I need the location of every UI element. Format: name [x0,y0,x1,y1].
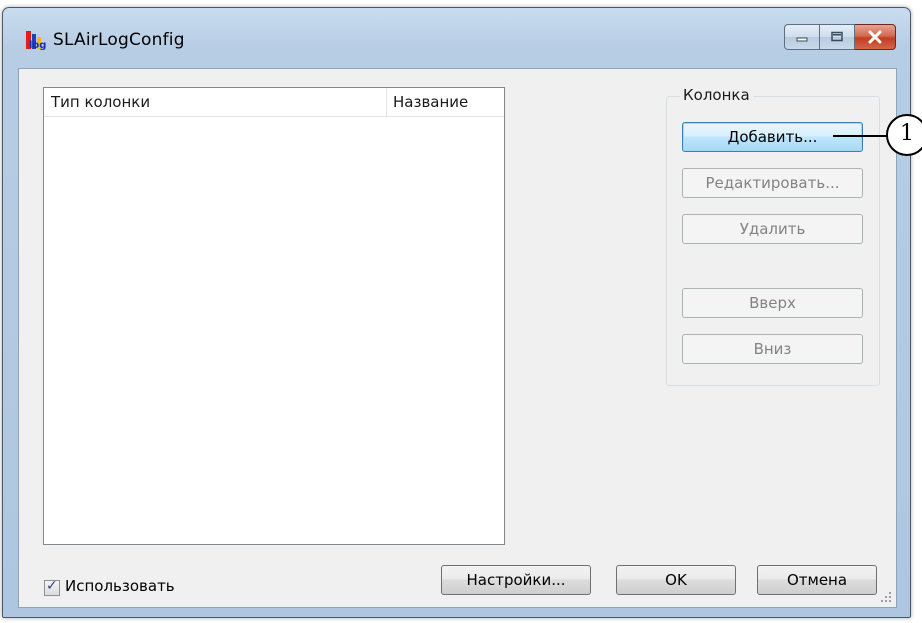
checkmark-icon: ✓ [46,578,58,594]
app-logo-icon: log [26,31,46,51]
listview-header: Тип колонки Название [44,88,504,117]
move-up-button[interactable]: Вверх [682,288,863,318]
ok-button[interactable]: OK [616,565,736,595]
column-header-name[interactable]: Название [386,88,503,116]
dialog-window: log SLAirLogConfig Тип колонки Название … [2,7,911,618]
resize-grip-icon[interactable] [880,591,892,603]
client-area: Тип колонки Название Колонка Добавить...… [18,68,897,608]
caption-buttons [784,24,896,50]
cancel-button[interactable]: Отмена [757,565,877,595]
add-button[interactable]: Добавить... [682,122,863,152]
use-checkbox[interactable]: ✓ [44,578,60,596]
svg-text:log: log [29,40,46,51]
maximize-button[interactable] [820,24,855,50]
columns-listview[interactable]: Тип колонки Название [43,87,505,545]
move-down-button[interactable]: Вниз [682,334,863,364]
window-title: SLAirLogConfig [53,30,185,50]
callout-number: 1 [900,121,914,146]
column-header-type[interactable]: Тип колонки [44,88,387,116]
title-bar[interactable]: log SLAirLogConfig [3,8,910,74]
use-checkbox-label[interactable]: Использовать [65,577,175,595]
edit-button[interactable]: Редактировать... [682,168,863,198]
close-icon [868,30,882,44]
groupbox-legend: Колонка [680,86,753,104]
close-button[interactable] [855,24,896,50]
settings-button[interactable]: Настройки... [441,565,591,595]
minimize-icon [796,37,808,42]
callout-leader-line [833,135,887,137]
minimize-button[interactable] [784,24,820,50]
maximize-icon [831,31,843,42]
delete-button[interactable]: Удалить [682,214,863,244]
